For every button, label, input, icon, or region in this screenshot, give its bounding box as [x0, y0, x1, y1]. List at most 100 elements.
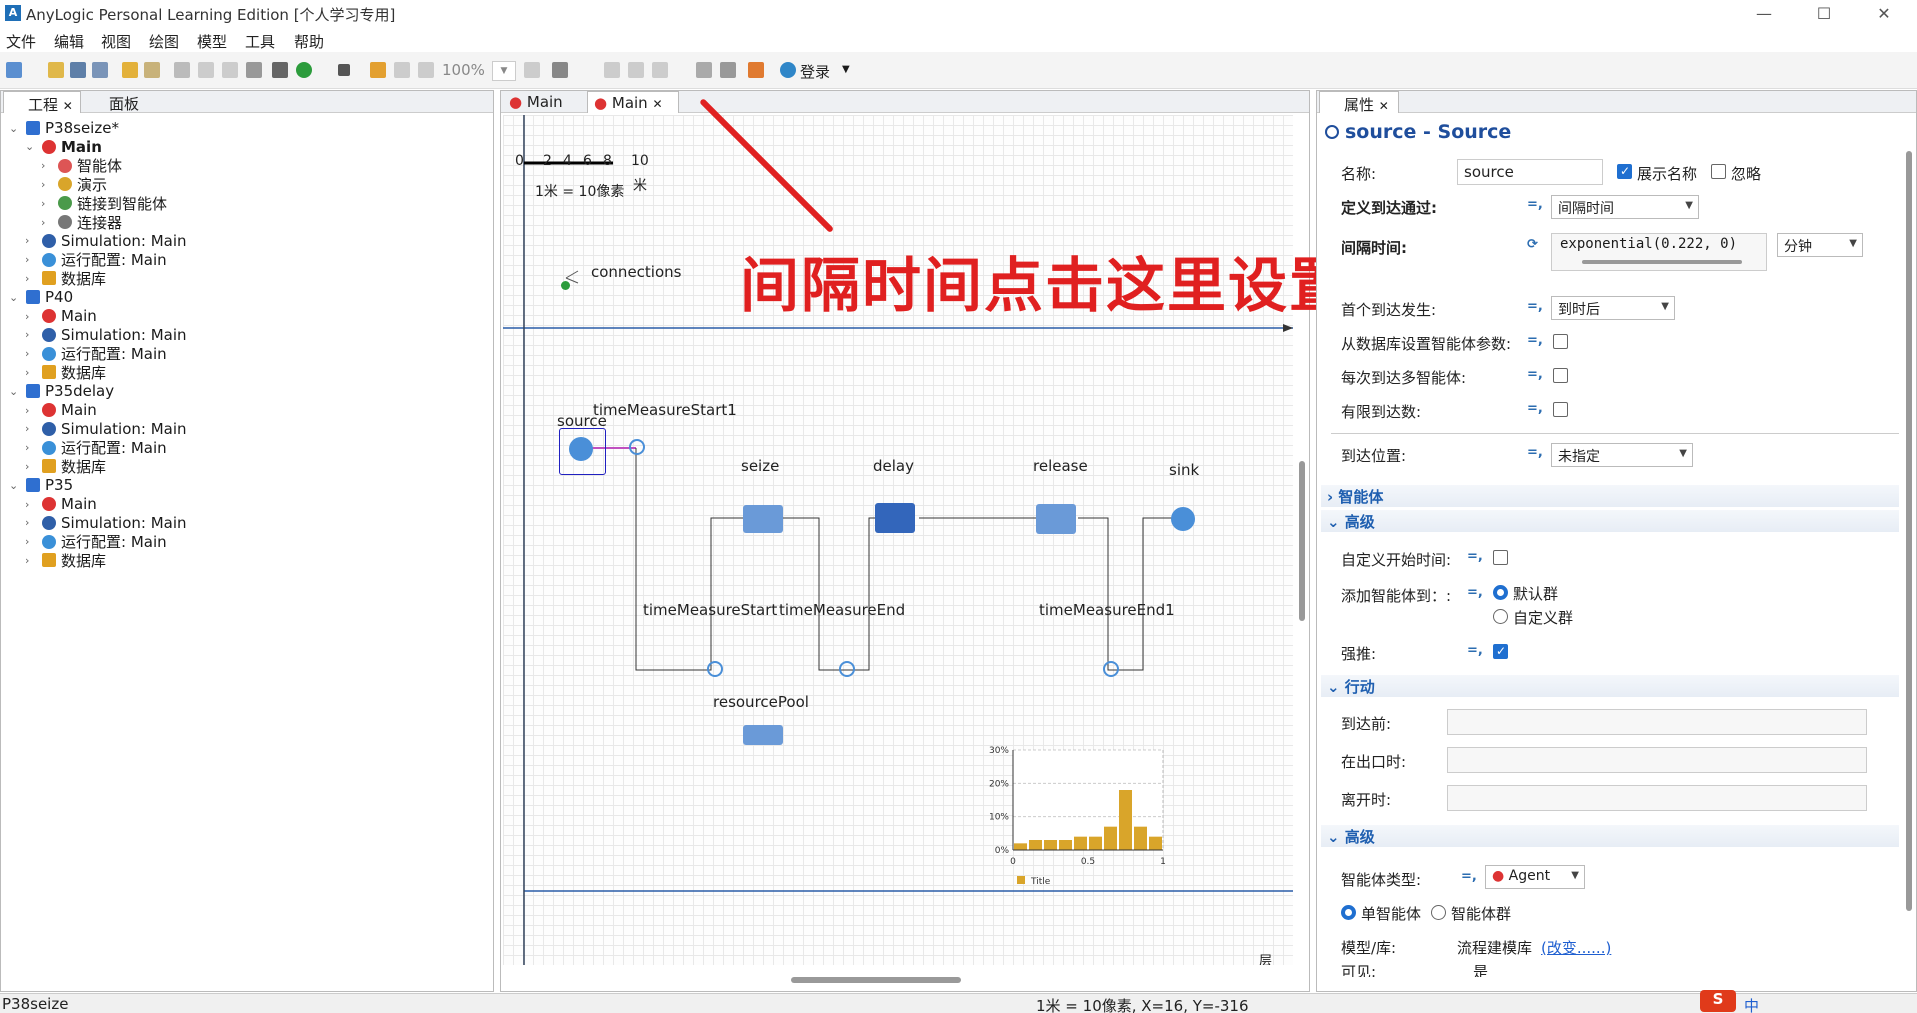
group-icon[interactable]	[720, 62, 736, 78]
on-leave-field[interactable]	[1447, 785, 1867, 811]
login-button[interactable]: 登录	[800, 61, 830, 82]
close-icon[interactable]: ✕	[63, 99, 73, 113]
static-param-icon[interactable]: =,	[1527, 299, 1543, 314]
tree-toggle-icon[interactable]: ›	[25, 328, 39, 341]
static-param-icon[interactable]: =,	[1461, 869, 1477, 884]
connections-label[interactable]: connections	[591, 263, 681, 281]
copy-icon[interactable]	[198, 62, 214, 78]
static-param-icon[interactable]: =,	[1467, 585, 1483, 600]
layers-icon[interactable]	[652, 62, 668, 78]
tree-toggle-icon[interactable]: ⌄	[9, 291, 23, 304]
tree-toggle-icon[interactable]: ⌄	[25, 140, 39, 153]
interval-unit-select[interactable]: 分钟	[1777, 233, 1863, 257]
tree-toggle-icon[interactable]: ›	[41, 178, 55, 191]
open-icon[interactable]	[48, 62, 64, 78]
tree-toggle-icon[interactable]: ›	[25, 253, 39, 266]
delete-icon[interactable]	[246, 62, 262, 78]
properties-scrollbar[interactable]	[1906, 151, 1912, 911]
grid-icon[interactable]	[604, 62, 620, 78]
zoom-dropdown-chevron-icon[interactable]: ▼	[492, 61, 516, 81]
tree-toggle-icon[interactable]: ›	[25, 516, 39, 529]
ime-logo[interactable]: S	[1700, 990, 1736, 1012]
connections-icon[interactable]	[561, 281, 570, 290]
section-agent[interactable]: › 智能体	[1321, 485, 1899, 507]
tree-toggle-icon[interactable]: ›	[25, 554, 39, 567]
tab-palette[interactable]: 面板	[85, 91, 155, 113]
first-arrival-select[interactable]: 到时后	[1551, 296, 1675, 320]
menu-view[interactable]: 视图	[101, 31, 131, 52]
vertical-scrollbar[interactable]	[1299, 461, 1305, 621]
tree-toggle-icon[interactable]: ›	[41, 197, 55, 210]
timeMeasureStart1-block[interactable]	[629, 439, 645, 455]
menu-draw[interactable]: 绘图	[149, 31, 179, 52]
section-advanced[interactable]: ⌄ 高级	[1321, 510, 1899, 532]
close-icon[interactable]: ✕	[1379, 99, 1389, 113]
menu-edit[interactable]: 编辑	[54, 31, 84, 52]
menu-tools[interactable]: 工具	[245, 31, 275, 52]
zoom-in-icon[interactable]	[524, 62, 540, 78]
cut-icon[interactable]	[174, 62, 190, 78]
tree-toggle-icon[interactable]: ⌄	[9, 385, 23, 398]
minimize-button[interactable]: —	[1734, 2, 1794, 26]
force-push-checkbox[interactable]	[1493, 644, 1508, 659]
tree-toggle-icon[interactable]: ›	[41, 216, 55, 229]
ime-language[interactable]: 中	[1744, 995, 1759, 1013]
timeMeasureEnd1-block[interactable]	[1103, 661, 1119, 677]
stop-icon[interactable]	[338, 64, 350, 76]
zoom-icon[interactable]	[418, 62, 434, 78]
custom-pop-radio[interactable]	[1493, 609, 1508, 624]
static-param-icon[interactable]: =,	[1527, 367, 1543, 382]
highlight-icon[interactable]	[748, 62, 764, 78]
close-button[interactable]: ✕	[1854, 2, 1914, 26]
location-select[interactable]: 未指定	[1551, 443, 1693, 467]
tree-toggle-icon[interactable]: ›	[25, 310, 39, 323]
close-icon[interactable]: ✕	[652, 97, 662, 111]
tree-toggle-icon[interactable]: ›	[25, 498, 39, 511]
default-pop-radio[interactable]	[1493, 585, 1508, 600]
custom-start-checkbox[interactable]	[1493, 550, 1508, 565]
undo-icon[interactable]	[122, 62, 138, 78]
histogram-chart[interactable]: 0% 10% 20% 30% 0 0.5 1 Title	[973, 730, 1203, 910]
tree-toggle-icon[interactable]: ›	[25, 535, 39, 548]
dynamic-param-icon[interactable]: ⟳	[1527, 237, 1538, 252]
build-icon[interactable]	[272, 62, 288, 78]
menu-help[interactable]: 帮助	[294, 31, 324, 52]
timeMeasureEnd-block[interactable]	[839, 661, 855, 677]
tab-main-1[interactable]: ● Main	[503, 91, 585, 113]
paste-icon[interactable]	[222, 62, 238, 78]
tree-toggle-icon[interactable]: ›	[25, 272, 39, 285]
save-all-icon[interactable]	[92, 62, 108, 78]
new-model-icon[interactable]	[6, 62, 22, 78]
layers-label[interactable]: 层	[1259, 950, 1272, 965]
pan-hand-icon[interactable]	[552, 62, 568, 78]
redo-icon[interactable]	[144, 62, 160, 78]
agent-pop-radio[interactable]	[1431, 905, 1446, 920]
name-input[interactable]: source	[1457, 159, 1603, 185]
release-block[interactable]	[1036, 504, 1076, 534]
static-param-icon[interactable]: =,	[1467, 643, 1483, 658]
static-param-icon[interactable]: =,	[1527, 197, 1543, 212]
change-link[interactable]: (改变......)	[1541, 937, 1611, 958]
static-param-icon[interactable]: =,	[1527, 333, 1543, 348]
before-arrive-field[interactable]	[1447, 709, 1867, 735]
horizontal-scrollbar[interactable]	[791, 977, 961, 983]
ignore-checkbox[interactable]	[1711, 164, 1726, 179]
show-name-checkbox[interactable]	[1617, 164, 1632, 179]
interval-code-scrollbar[interactable]	[1582, 260, 1742, 264]
tree-toggle-icon[interactable]: ›	[25, 234, 39, 247]
interval-code-field[interactable]: exponential(0.222, 0)	[1551, 233, 1767, 271]
tree-toggle-icon[interactable]: ⌄	[9, 479, 23, 492]
resourcePool-block[interactable]	[743, 725, 783, 745]
tree-toggle-icon[interactable]: ›	[25, 441, 39, 454]
menu-model[interactable]: 模型	[197, 31, 227, 52]
tab-main-2[interactable]: ● Main ✕	[587, 91, 679, 113]
multi-agent-checkbox[interactable]	[1553, 368, 1568, 383]
tree-toggle-icon[interactable]: ›	[41, 159, 55, 172]
maximize-button[interactable]: ☐	[1794, 2, 1854, 26]
tree-toggle-icon[interactable]: ›	[25, 460, 39, 473]
arrival-select[interactable]: 间隔时间	[1551, 195, 1699, 219]
tree-toggle-icon[interactable]: ›	[25, 422, 39, 435]
agent-type-select[interactable]: ● Agent	[1485, 865, 1585, 889]
tree-toggle-icon[interactable]: ›	[25, 404, 39, 417]
seize-block[interactable]	[743, 505, 783, 533]
